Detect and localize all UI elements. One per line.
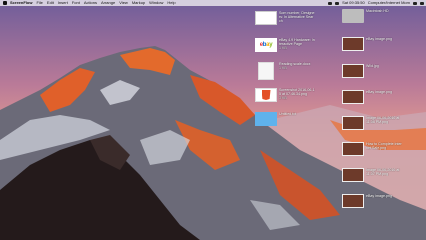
file-name: Reading scale.docx 1 KB (279, 62, 311, 71)
desktop-file-icon[interactable]: ebay eBay 4.9 Hardware: Interactive Page… (255, 38, 315, 60)
desktop-drive-icon[interactable]: Macintosh HD (342, 9, 402, 31)
file-name: eBay image.png (366, 90, 392, 94)
menu-file[interactable]: File (36, 0, 42, 6)
apple-menu-icon[interactable] (3, 1, 7, 5)
menu-actions[interactable]: Actions (84, 0, 97, 6)
user-name[interactable]: Computer/Internet Mom (368, 0, 410, 6)
desktop-file-icon[interactable]: Wild.jpg (342, 64, 402, 86)
file-name: Image 06-06-2016 at 11.08 PM.png (366, 116, 400, 125)
notification-center-icon[interactable] (420, 1, 424, 5)
blue-doc-icon (255, 112, 277, 126)
menu-help[interactable]: Help (167, 0, 175, 6)
desktop-file-icon[interactable]: Screenshot 2016-06-15 at 07.46.34.png 3 K… (255, 88, 315, 110)
screenshot-icon (342, 142, 364, 156)
menu-arrange[interactable]: Arrange (101, 0, 115, 6)
clock[interactable]: Sat 09:35:50 (342, 0, 365, 6)
desktop-file-icon[interactable]: Som number, Designers: In Alternative Se… (255, 11, 315, 33)
file-name: eBay image.png (366, 194, 392, 198)
file-name: eBay image.png (366, 37, 392, 41)
screenshot-icon (342, 194, 364, 208)
file-name: eBay 4.9 Hardware: Interactive Page 1 KB (279, 38, 315, 51)
file-name: Screenshot 2016-06-15 at 07.46.34.png 3 K… (279, 88, 315, 101)
file-name: Untitled.txt (279, 112, 296, 116)
battery-icon[interactable] (335, 1, 340, 5)
file-name: How to Complete Internet Sale.png (366, 142, 402, 151)
desktop-file-icon[interactable]: Untitled.txt (255, 112, 315, 134)
file-name: Macintosh HD (366, 9, 389, 13)
html5-icon (255, 88, 277, 102)
desktop-file-icon[interactable]: eBay image.png (342, 90, 402, 112)
menu-edit[interactable]: Edit (47, 0, 54, 6)
screenshot-icon (342, 116, 364, 130)
desktop-file-icon[interactable]: Reading scale.docx 1 KB (255, 62, 315, 84)
screenshot-icon (342, 90, 364, 104)
menu-window[interactable]: Window (149, 0, 163, 6)
file-name: Som number, Designers: In Alternative Se… (279, 11, 315, 24)
desktop-file-icon[interactable]: How to Complete Internet Sale.png (342, 142, 402, 164)
wifi-icon[interactable] (328, 1, 333, 5)
document-icon (258, 62, 274, 80)
screenshot-icon (342, 37, 364, 51)
menu-view[interactable]: View (119, 0, 128, 6)
menu-insert[interactable]: Insert (58, 0, 68, 6)
menu-bar: ScreenFlow File Edit Insert Font Actions… (0, 0, 426, 6)
desktop[interactable]: ScreenFlow File Edit Insert Font Actions… (0, 0, 426, 240)
file-name: Wild.jpg (366, 64, 379, 68)
menu-markup[interactable]: Markup (132, 0, 145, 6)
screenshot-icon (342, 168, 364, 182)
screenshot-icon (342, 64, 364, 78)
desktop-file-icon[interactable]: eBay image.png (342, 37, 402, 59)
ebay-icon: ebay (255, 38, 277, 52)
hard-drive-icon (342, 9, 364, 23)
menu-bar-status-area: Sat 09:35:50 Computer/Internet Mom (328, 0, 424, 6)
blank-doc-icon (255, 11, 277, 25)
desktop-file-icon[interactable]: eBay image.png (342, 194, 402, 216)
file-name: Image 06-06-2016 at 11.07 PM.png (366, 168, 400, 177)
app-menu-screenflow[interactable]: ScreenFlow (10, 0, 32, 6)
desktop-file-icon[interactable]: Image 06-06-2016 at 11.08 PM.png (342, 116, 402, 138)
menu-font[interactable]: Font (72, 0, 80, 6)
search-icon[interactable] (413, 1, 417, 5)
desktop-file-icon[interactable]: Image 06-06-2016 at 11.07 PM.png (342, 168, 402, 190)
